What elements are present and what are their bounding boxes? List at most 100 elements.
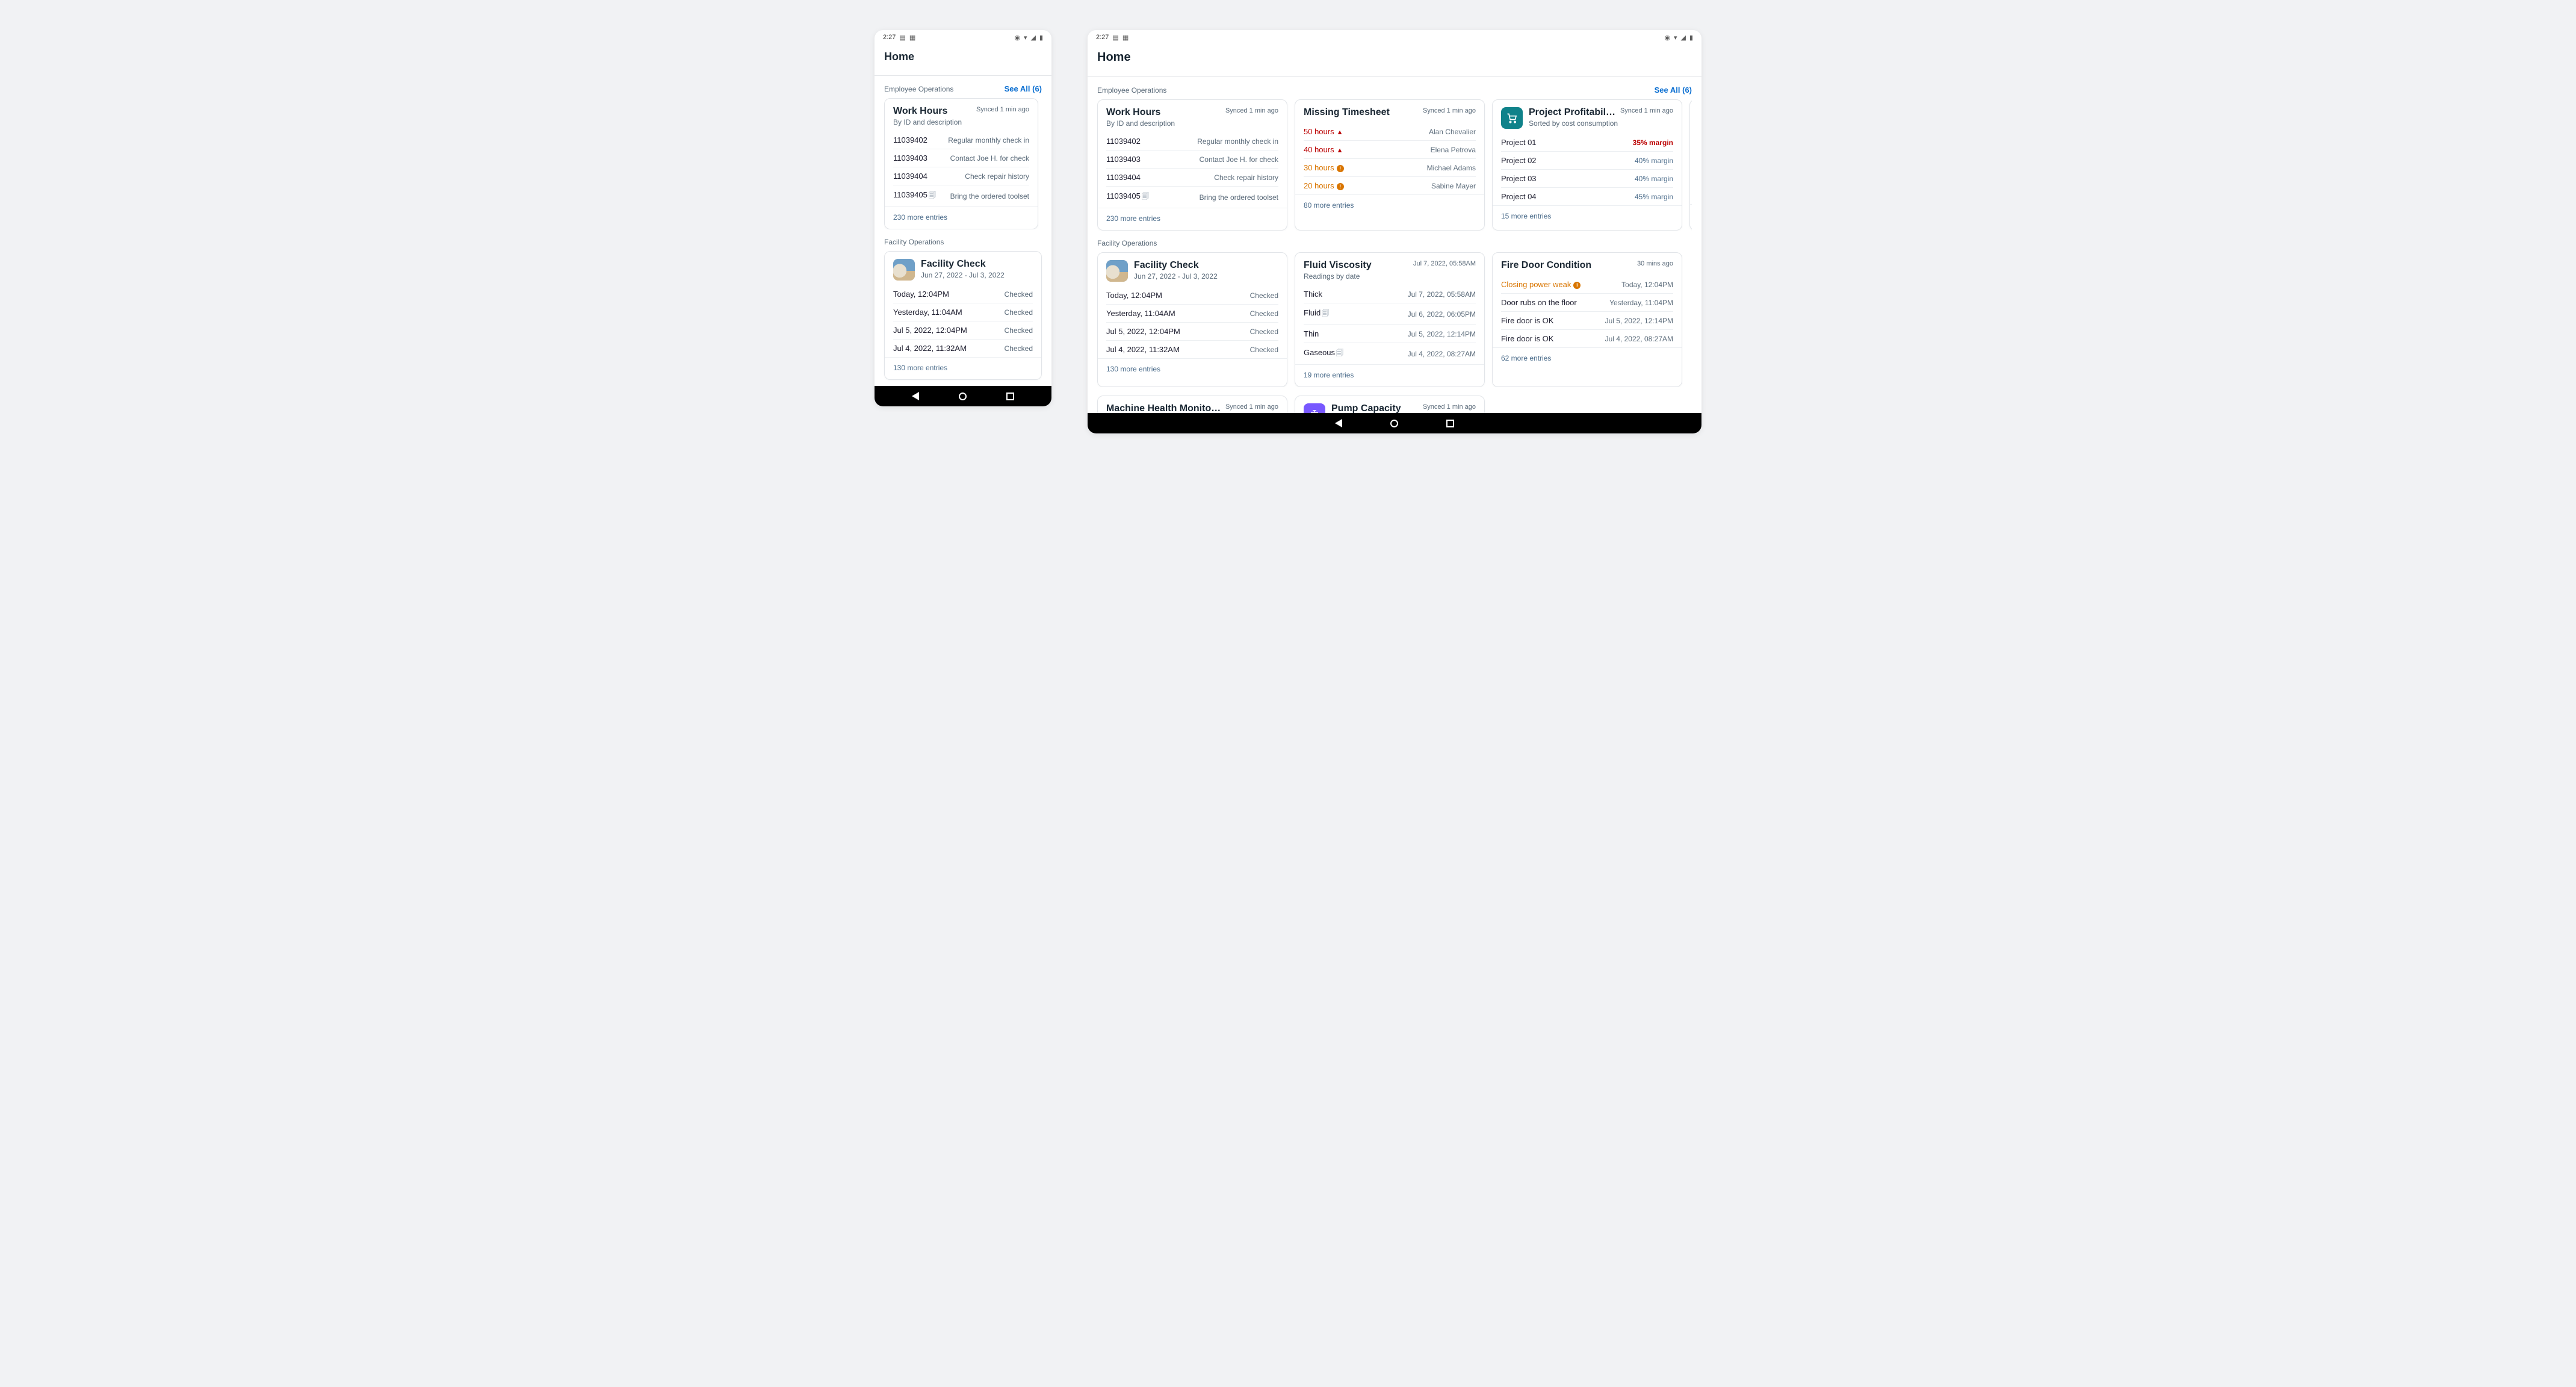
wifi-icon: ▾ (1024, 34, 1027, 42)
home-icon[interactable] (1390, 420, 1398, 427)
signal-icon: ◢ (1030, 34, 1035, 42)
list-item[interactable]: Today, 12:04PMChecked (893, 285, 1033, 303)
card-more[interactable]: 80 more entries (1295, 194, 1484, 217)
android-navbar (1088, 413, 1701, 433)
list-item[interactable]: 11039404Check repair history (1106, 169, 1278, 187)
page-title: Home (884, 51, 1042, 63)
list-item[interactable]: Fluid🗐Jul 6, 2022, 06:05PM (1304, 303, 1476, 325)
section-title: Facility Operations (1097, 239, 1157, 247)
list-item[interactable]: 40 hours▲Elena Petrova (1304, 141, 1476, 159)
card-title: Pump Capacity (1331, 403, 1401, 413)
list-item[interactable]: 11039405🗐Bring the ordered toolset (893, 185, 1029, 206)
facility-photo-icon (1106, 260, 1128, 282)
list-item[interactable]: Jul 5, 2022, 12:04PMChecked (1106, 323, 1278, 341)
section-title: Facility Operations (884, 238, 944, 246)
card-subtitle: Readings by date (1304, 272, 1476, 281)
card-subtitle: Jun 27, 2022 - Jul 3, 2022 (921, 271, 1033, 279)
list-item[interactable]: Closing power weak!Today, 12:04PM (1501, 276, 1673, 294)
card-sync: Synced 1 min ago (976, 106, 1029, 113)
alert-icon: ! (1573, 282, 1581, 289)
card-more[interactable]: 230 more entries (885, 206, 1038, 229)
card-more[interactable]: 19 more entries (1295, 364, 1484, 386)
image-icon: ▤ (899, 34, 905, 42)
card-work-hours[interactable]: Work Hours Synced 1 min ago By ID and de… (1097, 99, 1287, 231)
list-item[interactable]: Today, 12:04PMChecked (1106, 287, 1278, 305)
card-facility-check[interactable]: Facility Check Jun 27, 2022 - Jul 3, 202… (884, 251, 1042, 380)
list-item[interactable]: Project 0445% margin (1501, 188, 1673, 205)
warning-icon: ▲ (1337, 129, 1343, 136)
card-peek[interactable]: TiBy 11 11 11 11 44 (1689, 99, 1692, 231)
card-more[interactable]: 62 more entries (1493, 347, 1682, 370)
recents-icon[interactable] (1006, 393, 1014, 400)
list-item[interactable]: Fire door is OKJul 5, 2022, 12:14PM (1501, 312, 1673, 330)
list-item[interactable]: 11039402Regular monthly check in (893, 131, 1029, 149)
warning-icon: ▲ (1337, 147, 1343, 154)
section-title: Employee Operations (1097, 86, 1166, 95)
image-icon: ▤ (1112, 34, 1118, 42)
list-item[interactable]: 11039402Regular monthly check in (1106, 132, 1278, 150)
see-all-link[interactable]: See All (6) (1005, 84, 1042, 93)
list-item[interactable]: 50 hours▲Alan Chevalier (1304, 123, 1476, 141)
card-sync: Synced 1 min ago (1225, 403, 1278, 411)
card-title: Missing Timesheet (1304, 107, 1390, 118)
card-fire-door[interactable]: Fire Door Condition 30 mins ago Closing … (1492, 252, 1682, 387)
page-title: Home (1097, 51, 1692, 64)
status-bar: 2:27 ▤ ▦ ◉ ▾ ◢ ▮ (1088, 30, 1701, 45)
card-title: Facility Check (1134, 260, 1199, 271)
card-fluid-viscosity[interactable]: Fluid Viscosity Jul 7, 2022, 05:58AM Rea… (1295, 252, 1485, 387)
card-project-profitability[interactable]: Project Profitability Synced 1 min ago S… (1492, 99, 1682, 231)
alert-icon: ! (1337, 183, 1344, 190)
list-item[interactable]: Project 0340% margin (1501, 170, 1673, 188)
list-item[interactable]: 30 hours!Michael Adams (1304, 159, 1476, 177)
card-title: Facility Check (921, 259, 986, 270)
list-item[interactable]: 11039403Contact Joe H. for check (893, 149, 1029, 167)
card-more[interactable]: 15 more entries (1493, 205, 1682, 228)
list-item[interactable]: Yesterday, 11:04AMChecked (893, 303, 1033, 321)
list-item[interactable]: Gaseous🗐Jul 4, 2022, 08:27AM (1304, 343, 1476, 364)
card-facility-check[interactable]: Facility Check Jun 27, 2022 - Jul 3, 202… (1097, 252, 1287, 387)
header: Home (1088, 45, 1701, 77)
alert-icon: ! (1337, 165, 1344, 172)
card-title: Project Profitability (1529, 107, 1617, 118)
recents-icon[interactable] (1446, 420, 1454, 427)
card-sync: Synced 1 min ago (1620, 107, 1673, 114)
list-item[interactable]: Project 0135% margin (1501, 134, 1673, 152)
back-icon[interactable] (1335, 419, 1342, 427)
card-more[interactable]: 130 more entries (1098, 358, 1287, 380)
attachment-icon: 🗐 (1336, 349, 1343, 357)
list-item[interactable]: Yesterday, 11:04AMChecked (1106, 305, 1278, 323)
cart-icon (1501, 107, 1523, 129)
section-title: Employee Operations (884, 85, 953, 93)
list-item[interactable]: Fire door is OKJul 4, 2022, 08:27AM (1501, 330, 1673, 347)
list-item[interactable]: ThickJul 7, 2022, 05:58AM (1304, 285, 1476, 303)
status-bar: 2:27 ▤ ▦ ◉ ▾ ◢ ▮ (875, 30, 1051, 45)
back-icon[interactable] (912, 392, 919, 400)
list-item[interactable]: 11039405🗐Bring the ordered toolset (1106, 187, 1278, 208)
list-item[interactable]: ThinJul 5, 2022, 12:14PM (1304, 325, 1476, 343)
card-more[interactable]: 130 more entries (885, 357, 1041, 379)
list-item[interactable]: Door rubs on the floorYesterday, 11:04PM (1501, 294, 1673, 312)
list-item[interactable]: Jul 4, 2022, 11:32AMChecked (1106, 341, 1278, 358)
list-item[interactable]: Jul 4, 2022, 11:32AMChecked (893, 340, 1033, 357)
card-title: Fire Door Condition (1501, 260, 1591, 271)
list-item[interactable]: Project 0240% margin (1501, 152, 1673, 170)
card-work-hours[interactable]: Work Hours Synced 1 min ago By ID and de… (884, 98, 1038, 229)
eye-icon: ◉ (1014, 34, 1020, 42)
card-more[interactable]: 230 more entries (1098, 208, 1287, 230)
home-icon[interactable] (959, 393, 967, 400)
card-machine-health[interactable]: Machine Health Monitoring Synced 1 min a… (1097, 396, 1287, 413)
battery-icon: ▮ (1689, 34, 1693, 42)
list-item[interactable]: 11039404Check repair history (893, 167, 1029, 185)
card-pump-capacity[interactable]: Pump Capacity Synced 1 min ago Readings … (1295, 396, 1485, 413)
status-time: 2:27 (883, 34, 896, 41)
list-item[interactable]: Jul 5, 2022, 12:04PMChecked (893, 321, 1033, 340)
card-title: Work Hours (1106, 107, 1160, 118)
attachment-icon: 🗐 (1142, 192, 1149, 200)
card-missing-timesheet[interactable]: Missing Timesheet Synced 1 min ago 50 ho… (1295, 99, 1485, 231)
see-all-link[interactable]: See All (6) (1655, 85, 1692, 95)
list-item[interactable]: 20 hours!Sabine Mayer (1304, 177, 1476, 194)
list-item[interactable]: 11039403Contact Joe H. for check (1106, 150, 1278, 169)
card-sync: Synced 1 min ago (1423, 403, 1476, 411)
signal-icon: ◢ (1680, 34, 1685, 42)
card-title: Machine Health Monitoring (1106, 403, 1222, 413)
